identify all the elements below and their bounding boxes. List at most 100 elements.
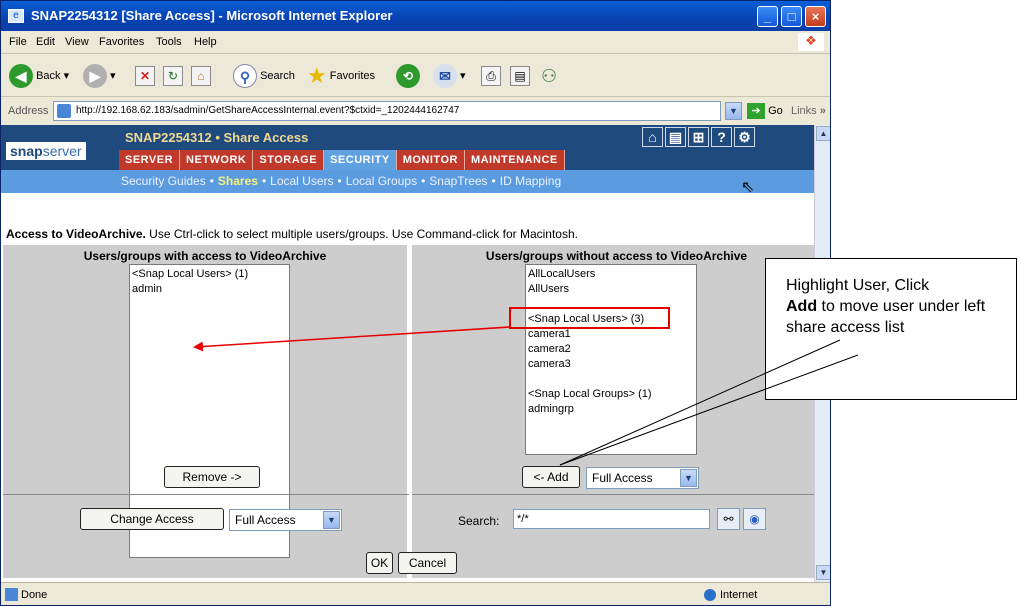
menu-edit[interactable]: Edit: [36, 36, 55, 48]
list-item[interactable]: admin: [132, 282, 287, 297]
refresh-icon: ↻: [163, 66, 183, 87]
help-icon[interactable]: ?: [711, 127, 732, 147]
links-more-chevron: »: [819, 105, 826, 117]
mouse-pointer-icon: ⇖: [741, 179, 755, 196]
globe-icon[interactable]: ◉: [743, 508, 766, 530]
list-item[interactable]: camera2: [528, 342, 694, 357]
mail-button[interactable]: ✉ ▾: [433, 63, 466, 89]
edit-page-icon: ▤: [510, 66, 530, 87]
title-bar: e SNAP2254312 [Share Access] - Microsoft…: [1, 1, 830, 31]
home-button[interactable]: ⌂: [191, 63, 211, 89]
right-access-value: Full Access: [592, 471, 653, 485]
list-item[interactable]: <Snap Local Users> (3): [528, 312, 694, 327]
go-button[interactable]: ➔ Go: [747, 102, 783, 120]
callout-bold: Add: [786, 298, 818, 315]
left-access-value: Full Access: [235, 513, 296, 527]
history-icon: ⟲: [396, 64, 420, 89]
home-icon[interactable]: ⌂: [642, 127, 663, 147]
right-access-select[interactable]: Full Access ▼: [586, 467, 699, 489]
menu-view[interactable]: View: [65, 36, 89, 48]
messenger-button[interactable]: ⚇: [541, 63, 557, 89]
messenger-icon: ⚇: [541, 66, 558, 87]
subnav-snaptrees[interactable]: SnapTrees: [429, 174, 487, 188]
edit-page-button[interactable]: ▤: [510, 63, 530, 89]
tab-maintenance[interactable]: MAINTENANCE: [464, 150, 565, 170]
menu-file[interactable]: File: [9, 36, 27, 48]
left-access-select[interactable]: Full Access ▼: [229, 509, 342, 531]
divider: [3, 494, 409, 495]
subnav-local-users[interactable]: Local Users: [270, 174, 333, 188]
go-label: Go: [768, 105, 783, 117]
cancel-button[interactable]: Cancel: [398, 552, 457, 574]
links-toolbar[interactable]: Links »: [791, 105, 826, 117]
forward-button[interactable]: ▶ ▾: [83, 63, 116, 89]
zone-text: Internet: [720, 589, 758, 601]
without-access-list[interactable]: AllLocalUsers AllUsers <Snap Local Users…: [525, 264, 697, 455]
subnav-local-groups[interactable]: Local Groups: [346, 174, 417, 188]
site-map-icon[interactable]: ▤: [665, 127, 686, 147]
security-subnav: Security Guides • Shares • Local Users • Local…: [1, 170, 814, 193]
list-item[interactable]: AllUsers: [528, 282, 694, 297]
search-button[interactable]: ⚲ Search: [233, 63, 295, 89]
list-item[interactable]: <Snap Local Users> (1): [132, 267, 287, 282]
change-access-button[interactable]: Change Access: [80, 508, 224, 530]
subnav-id-mapping[interactable]: ID Mapping: [500, 174, 561, 188]
tab-server[interactable]: SERVER: [119, 150, 181, 170]
list-item[interactable]: admingrp: [528, 402, 694, 417]
back-arrow-icon: ◀: [9, 64, 33, 89]
browser-window: e SNAP2254312 [Share Access] - Microsoft…: [0, 0, 831, 606]
stop-button[interactable]: ✕: [135, 63, 155, 89]
list-item[interactable]: camera1: [528, 327, 694, 342]
snapserver-logo: snapserver: [6, 142, 86, 160]
logo-main-text: snap: [10, 143, 43, 159]
ok-button[interactable]: OK: [366, 552, 393, 574]
refresh-button[interactable]: ↻: [163, 63, 183, 89]
subnav-shares[interactable]: Shares: [218, 174, 258, 188]
search-label: Search:: [458, 514, 500, 528]
ie-window-icon: e: [8, 9, 24, 23]
list-item[interactable]: AllLocalUsers: [528, 267, 694, 282]
chevron-down-icon: ▼: [323, 511, 340, 529]
settings-icon[interactable]: ⚙: [734, 127, 755, 147]
scroll-down-icon[interactable]: ▼: [816, 565, 830, 580]
minimize-button[interactable]: _: [757, 6, 778, 27]
menu-bar: File Edit View Favorites Tools Help ❖: [1, 31, 830, 53]
back-button[interactable]: ◀ Back ▾: [9, 63, 69, 89]
logo-rest-text: server: [42, 143, 82, 159]
menu-tools[interactable]: Tools: [156, 36, 182, 48]
instructions-text: Access to VideoArchive. Use Ctrl-click t…: [6, 227, 578, 241]
print-button[interactable]: ⎙: [481, 63, 501, 89]
forward-arrow-icon: ▶: [83, 64, 107, 89]
address-dropdown-icon[interactable]: ▼: [725, 102, 742, 120]
remove-button[interactable]: Remove ->: [164, 466, 260, 488]
network-icon[interactable]: ⊞: [688, 127, 709, 147]
binoculars-search-icon[interactable]: ⚯: [717, 508, 740, 530]
menu-favorites[interactable]: Favorites: [99, 36, 144, 48]
home-icon: ⌂: [191, 66, 211, 87]
subnav-security-guides[interactable]: Security Guides: [121, 174, 206, 188]
add-button[interactable]: <- Add: [522, 466, 580, 488]
tab-security[interactable]: SECURITY: [324, 150, 397, 170]
close-button[interactable]: ×: [805, 6, 826, 27]
maximize-button[interactable]: □: [781, 6, 802, 27]
windows-logo-icon: ❖: [798, 33, 824, 51]
list-item[interactable]: camera3: [528, 357, 694, 372]
favorites-button[interactable]: ★ Favorites: [307, 63, 375, 89]
address-input[interactable]: http://192.168.62.183/sadmin/GetShareAcc…: [53, 101, 721, 121]
scroll-up-icon[interactable]: ▲: [816, 126, 830, 141]
tab-network[interactable]: NETWORK: [180, 150, 254, 170]
snap-header: snapserver SNAP2254312 • Share Access ⌂ ▤…: [1, 125, 814, 193]
address-url: http://192.168.62.183/sadmin/GetShareAcc…: [76, 105, 460, 116]
list-item[interactable]: <Snap Local Groups> (1): [528, 387, 694, 402]
mail-icon: ✉: [433, 64, 457, 89]
annotation-callout: Highlight User, Click Add to move user u…: [765, 258, 1017, 400]
page-done-icon: [5, 588, 18, 601]
search-label: Search: [260, 70, 295, 82]
header-icons: ⌂ ▤ ⊞? ⚙: [642, 127, 757, 147]
search-input[interactable]: */*: [513, 509, 710, 529]
status-text: Done: [21, 589, 48, 601]
tab-storage[interactable]: STORAGE: [253, 150, 325, 170]
tab-monitor[interactable]: MONITOR: [396, 150, 465, 170]
history-button[interactable]: ⟲: [396, 63, 420, 89]
menu-help[interactable]: Help: [194, 36, 217, 48]
